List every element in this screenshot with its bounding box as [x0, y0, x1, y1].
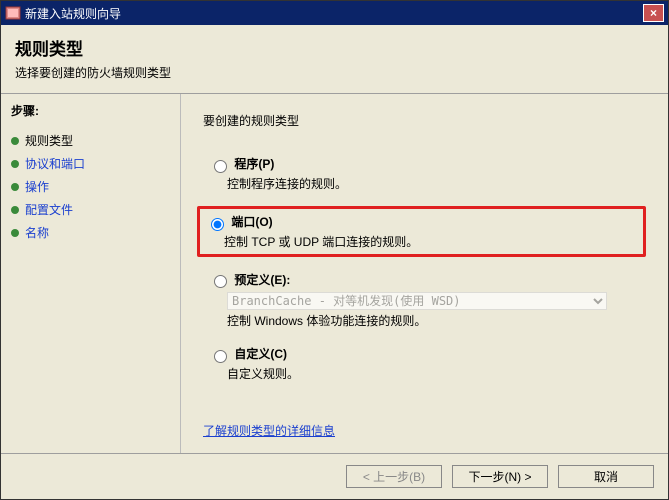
body-area: 步骤: 规则类型 协议和端口 操作 配置文件	[1, 94, 668, 453]
learn-more-link[interactable]: 了解规则类型的详细信息	[203, 422, 646, 439]
predefined-select: BranchCache - 对等机发现(使用 WSD)	[227, 292, 607, 310]
option-label: 自定义(C)	[234, 347, 287, 361]
header-area: 规则类型 选择要创建的防火墙规则类型	[1, 25, 668, 94]
option-desc: 控制 Windows 体验功能连接的规则。	[227, 312, 640, 329]
sidebar-item-label: 配置文件	[25, 201, 73, 218]
bullet-icon	[11, 206, 19, 214]
sidebar-item-label: 操作	[25, 178, 49, 195]
close-button[interactable]: ×	[643, 4, 664, 22]
back-button: < 上一步(B)	[346, 465, 442, 488]
option-label: 端口(O)	[231, 215, 272, 229]
cancel-button[interactable]: 取消	[558, 465, 654, 488]
radio-predefined[interactable]	[214, 275, 227, 288]
next-button[interactable]: 下一步(N) >	[452, 465, 548, 488]
option-desc: 自定义规则。	[227, 365, 640, 382]
radio-program[interactable]	[214, 160, 227, 173]
option-desc: 控制程序连接的规则。	[227, 175, 640, 192]
sidebar: 步骤: 规则类型 协议和端口 操作 配置文件	[1, 94, 181, 453]
bullet-icon	[11, 229, 19, 237]
footer: < 上一步(B) 下一步(N) > 取消	[1, 453, 668, 499]
sidebar-item-rule-type[interactable]: 规则类型	[11, 129, 170, 152]
option-predefined[interactable]: 预定义(E): BranchCache - 对等机发现(使用 WSD) 控制 W…	[203, 269, 646, 332]
option-label: 预定义(E):	[234, 273, 290, 287]
main-heading: 要创建的规则类型	[203, 112, 646, 129]
wizard-window: 新建入站规则向导 × 规则类型 选择要创建的防火墙规则类型 步骤: 规则类型 协…	[0, 0, 669, 500]
sidebar-item-label: 规则类型	[25, 132, 73, 149]
page-description: 选择要创建的防火墙规则类型	[15, 64, 654, 81]
radio-custom[interactable]	[214, 350, 227, 363]
main-panel: 要创建的规则类型 程序(P) 控制程序连接的规则。 端口(O) 控制 TCP 或…	[181, 94, 668, 453]
bullet-icon	[11, 137, 19, 145]
option-program[interactable]: 程序(P) 控制程序连接的规则。	[203, 153, 646, 194]
sidebar-item-name[interactable]: 名称	[11, 221, 170, 244]
radio-port[interactable]	[211, 218, 224, 231]
sidebar-item-label: 名称	[25, 224, 49, 241]
bullet-icon	[11, 160, 19, 168]
sidebar-item-label: 协议和端口	[25, 155, 85, 172]
sidebar-title: 步骤:	[11, 102, 170, 119]
bullet-icon	[11, 183, 19, 191]
sidebar-item-protocol-port[interactable]: 协议和端口	[11, 152, 170, 175]
option-desc: 控制 TCP 或 UDP 端口连接的规则。	[224, 233, 637, 250]
option-label: 程序(P)	[234, 157, 274, 171]
app-icon	[5, 5, 21, 21]
option-port[interactable]: 端口(O) 控制 TCP 或 UDP 端口连接的规则。	[197, 206, 646, 257]
window-title: 新建入站规则向导	[25, 5, 121, 22]
titlebar: 新建入站规则向导 ×	[1, 1, 668, 25]
sidebar-item-profile[interactable]: 配置文件	[11, 198, 170, 221]
sidebar-item-action[interactable]: 操作	[11, 175, 170, 198]
page-title: 规则类型	[15, 35, 654, 60]
option-custom[interactable]: 自定义(C) 自定义规则。	[203, 343, 646, 384]
